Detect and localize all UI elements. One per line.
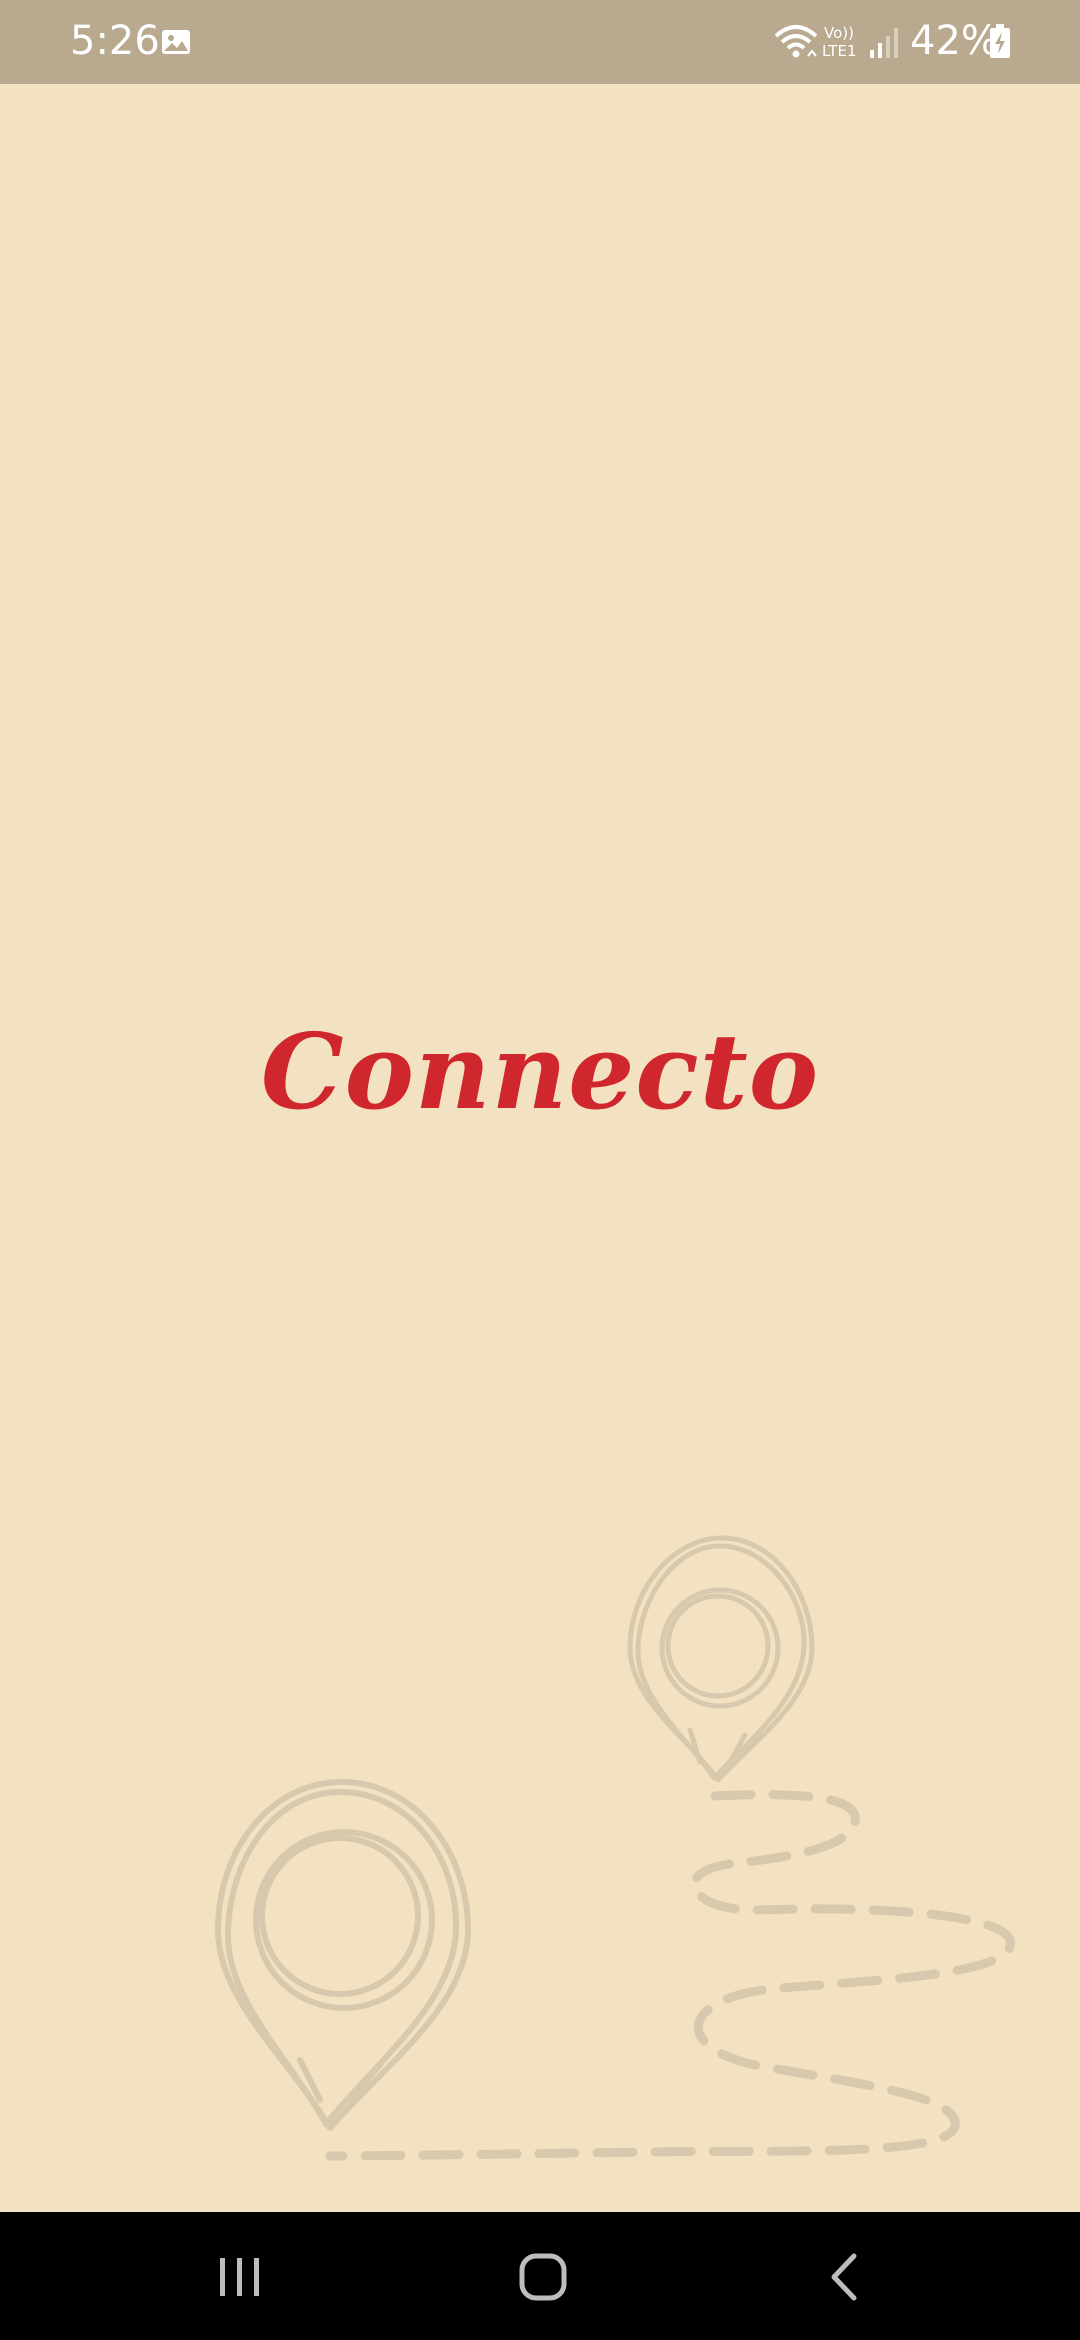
image-icon	[162, 30, 190, 54]
battery-charging-icon	[990, 24, 1010, 58]
battery-percent: 42%	[910, 18, 999, 64]
splash-screen: 5:26 Vo)) LTE1 42% Connecto	[0, 0, 1080, 2340]
navigation-bar	[0, 2212, 1080, 2340]
status-bar: 5:26 Vo)) LTE1 42%	[0, 0, 1080, 84]
home-icon[interactable]	[482, 2236, 602, 2316]
small-pin-icon	[627, 1535, 815, 1783]
app-logo: Connecto	[260, 1010, 820, 1133]
map-pins-route-illustration	[215, 1535, 1015, 2161]
svg-text:LTE1: LTE1	[822, 42, 856, 60]
back-icon[interactable]	[784, 2236, 904, 2316]
signal-icon	[870, 28, 898, 58]
wifi-icon	[774, 25, 818, 58]
recents-icon[interactable]	[180, 2236, 300, 2316]
lte-icon: Vo)) LTE1	[822, 24, 856, 60]
status-time: 5:26	[70, 18, 160, 64]
large-pin-icon	[215, 1779, 471, 2131]
svg-text:Vo)): Vo))	[824, 24, 854, 42]
